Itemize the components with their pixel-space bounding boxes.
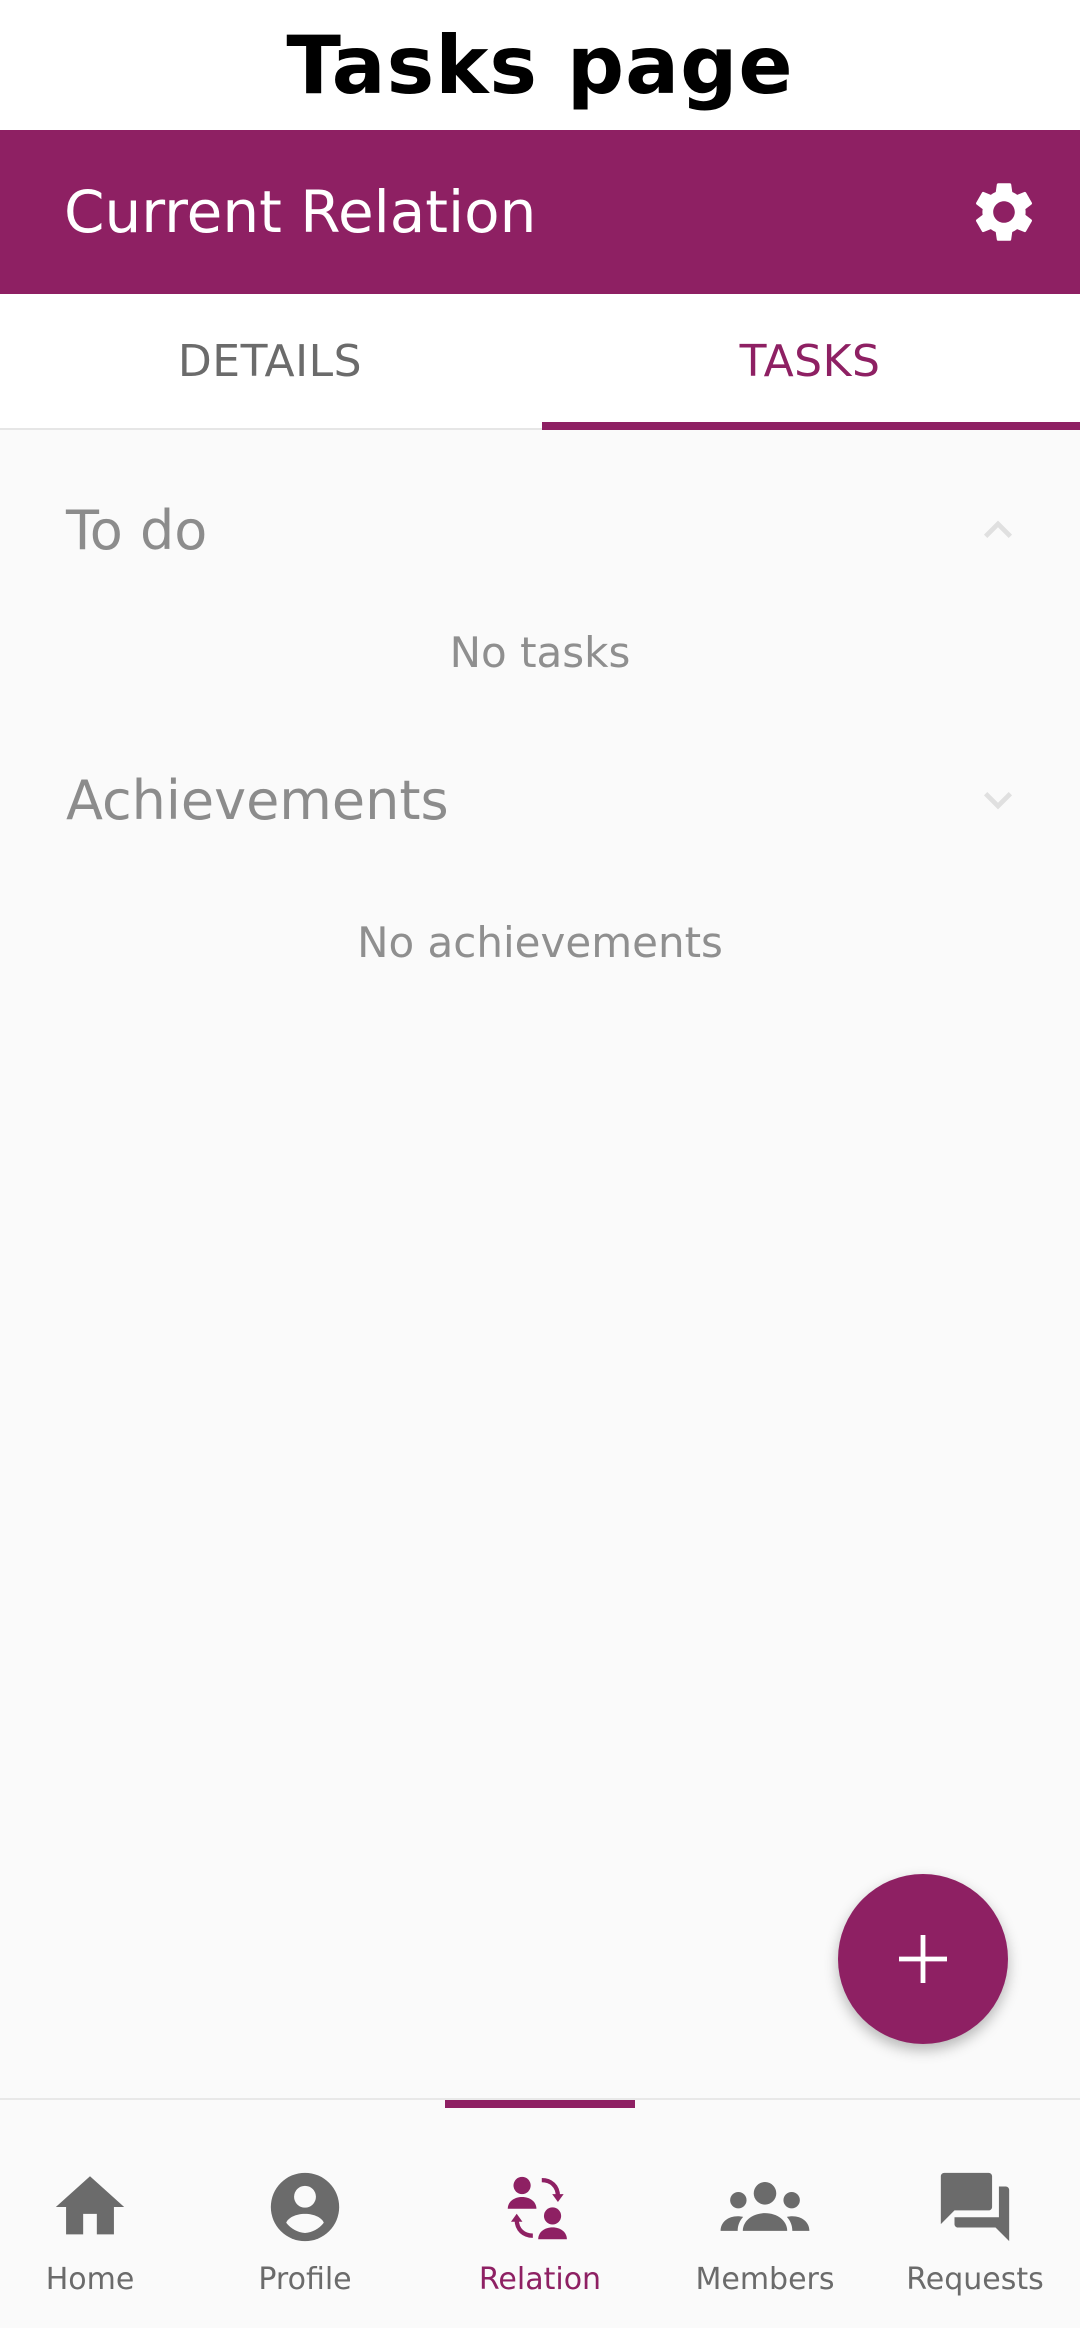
- app-screen: Tasks page Current Relation DETAILS TASK…: [0, 0, 1080, 2328]
- nav-label-relation: Relation: [478, 2262, 602, 2297]
- caption-title: Tasks page: [286, 18, 794, 112]
- members-icon: [715, 2166, 815, 2248]
- relation-icon: [490, 2166, 590, 2248]
- active-tab-indicator: [542, 422, 1080, 430]
- tab-details[interactable]: DETAILS: [0, 294, 540, 428]
- todo-section-title: To do: [66, 498, 208, 562]
- bottom-navigation: Home Profile Relation Members Requests: [0, 2098, 1080, 2328]
- app-bar: Current Relation: [0, 130, 1080, 294]
- nav-item-home[interactable]: Home: [20, 2100, 160, 2328]
- nav-item-relation[interactable]: Relation: [465, 2100, 615, 2328]
- nav-label-members: Members: [695, 2262, 835, 2297]
- nav-item-members[interactable]: Members: [690, 2100, 840, 2328]
- nav-label-profile: Profile: [258, 2262, 352, 2297]
- todo-empty-text: No tasks: [449, 628, 631, 677]
- page-title: Current Relation: [64, 178, 537, 246]
- achievements-section-title: Achievements: [66, 768, 449, 832]
- nav-item-profile[interactable]: Profile: [235, 2100, 375, 2328]
- home-icon: [40, 2166, 140, 2248]
- profile-icon: [255, 2166, 355, 2248]
- todo-section-header[interactable]: To do: [66, 490, 1026, 570]
- chevron-up-icon[interactable]: [970, 502, 1026, 558]
- settings-button[interactable]: [964, 172, 1044, 252]
- requests-icon: [925, 2166, 1025, 2248]
- nav-label-requests: Requests: [906, 2262, 1044, 2297]
- tab-bar: DETAILS TASKS: [0, 294, 1080, 430]
- plus-icon: [899, 1935, 947, 1983]
- gear-icon: [975, 183, 1033, 241]
- add-task-button[interactable]: [838, 1874, 1008, 2044]
- nav-item-requests[interactable]: Requests: [905, 2100, 1045, 2328]
- achievements-empty-text: No achievements: [357, 918, 723, 967]
- nav-label-home: Home: [45, 2262, 135, 2297]
- chevron-down-icon[interactable]: [970, 772, 1026, 828]
- achievements-section-header[interactable]: Achievements: [66, 760, 1026, 840]
- tab-tasks[interactable]: TASKS: [540, 294, 1080, 428]
- caption-banner: Tasks page: [0, 0, 1080, 130]
